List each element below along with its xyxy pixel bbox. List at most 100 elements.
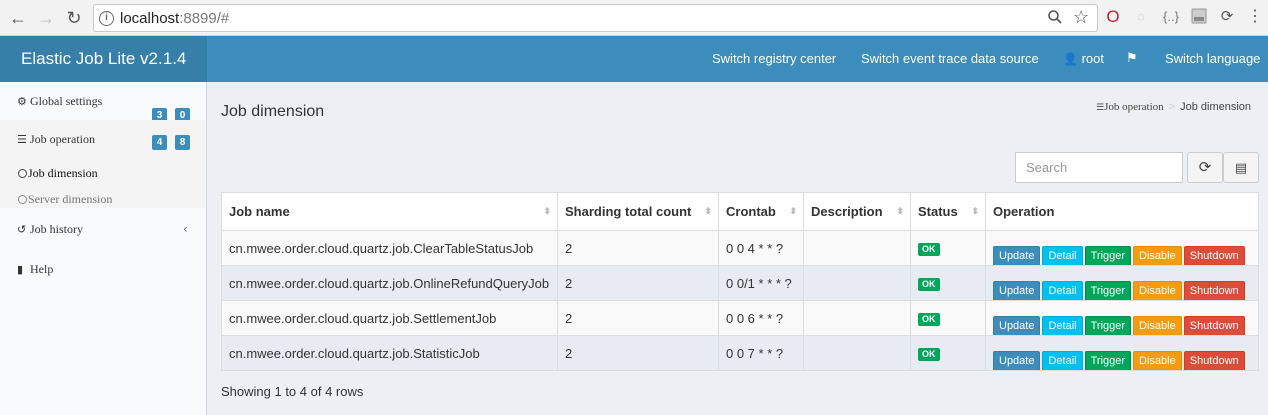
sort-icon: ⬍ — [789, 206, 797, 216]
column-header-description[interactable]: Description ⬍ — [803, 193, 910, 230]
detail-button[interactable]: Detail — [1042, 351, 1083, 370]
table-row: cn.mwee.order.cloud.quartz.job.ClearTabl… — [222, 230, 1258, 265]
menu-icon[interactable]: ⋮ — [1246, 8, 1264, 26]
update-button[interactable]: Update — [993, 351, 1041, 370]
crontab-cell: 0 0 6 * * ? — [718, 301, 803, 335]
shutdown-button[interactable]: Shutdown — [1183, 281, 1245, 300]
back-icon[interactable]: ← — [8, 8, 28, 28]
bookmark-star-icon[interactable]: ☆ — [1073, 7, 1089, 28]
shutdown-button[interactable]: Shutdown — [1183, 246, 1245, 265]
crontab-cell: 0 0/1 * * * ? — [718, 266, 803, 300]
search-input[interactable] — [1015, 152, 1183, 183]
update-button[interactable]: Update — [993, 281, 1041, 300]
detail-button[interactable]: Detail — [1042, 246, 1083, 265]
operation-cell: Update Detail Trigger Disable Shutdown — [985, 266, 1258, 300]
tasks-icon: ☰ — [1096, 103, 1105, 113]
shutdown-button[interactable]: Shutdown — [1183, 351, 1245, 370]
crontab-cell: 0 0 4 * * ? — [718, 231, 803, 265]
history-icon: ↺ — [17, 223, 27, 236]
status-cell: OK — [910, 336, 985, 370]
browser-toolbar: ← → ↻ i localhost:8899/# ☆ O ◌ {..} ⟳ ⋮ — [0, 0, 1268, 36]
page-title: Job dimension — [221, 103, 325, 120]
trigger-button[interactable]: Trigger — [1084, 246, 1132, 265]
update-button[interactable]: Update — [993, 316, 1041, 335]
status-cell: OK — [910, 266, 985, 300]
refresh-button[interactable]: ⟳ — [1187, 152, 1223, 183]
sidebar-item-global-settings[interactable]: ⚙ Global settings 3 0 — [0, 94, 206, 123]
switch-language-link[interactable]: Switch language — [1165, 36, 1260, 82]
columns-button[interactable]: ▤ — [1223, 152, 1259, 183]
sidebar-item-job-operation[interactable]: ☰ Job operation — [17, 132, 95, 147]
column-header-label: Sharding total count — [565, 204, 692, 219]
sidebar-item-label: Job dimension — [28, 166, 98, 180]
opera-icon[interactable]: O — [1104, 8, 1122, 26]
description-cell — [803, 336, 910, 370]
info-icon[interactable]: i — [99, 11, 114, 26]
status-badge: OK — [918, 243, 940, 257]
breadcrumb-current: Job dimension — [1180, 101, 1252, 113]
column-header-label: Operation — [993, 204, 1055, 219]
disable-button[interactable]: Disable — [1133, 281, 1182, 300]
user-menu[interactable]: 👤 root — [1063, 36, 1104, 82]
sync-icon[interactable]: ⟳ — [1218, 8, 1236, 26]
sidebar-item-job-dimension[interactable]: Job dimension — [18, 166, 98, 181]
table-row: cn.mwee.order.cloud.quartz.job.Statistic… — [222, 335, 1258, 370]
column-header-crontab[interactable]: Crontab ⬍ — [718, 193, 803, 230]
reload-icon[interactable]: ↻ — [64, 8, 84, 28]
brand-logo[interactable]: Elastic Job Lite v2.1.4 — [0, 36, 207, 82]
disable-button[interactable]: Disable — [1133, 316, 1182, 335]
job-name-cell: cn.mwee.order.cloud.quartz.job.ClearTabl… — [229, 241, 534, 256]
description-cell — [803, 266, 910, 300]
circle-icon — [18, 195, 27, 204]
url-text[interactable]: localhost:8899/# — [120, 10, 229, 27]
json-icon[interactable]: {..} — [1160, 8, 1182, 26]
trigger-button[interactable]: Trigger — [1084, 316, 1132, 335]
url-path: :8899/# — [179, 10, 230, 27]
ghost-icon[interactable]: ◌ — [1132, 8, 1150, 26]
sidebar-item-label: Job history — [30, 222, 84, 236]
breadcrumb: ☰Job operation > Job dimension — [1096, 101, 1251, 113]
switch-registry-link[interactable]: Switch registry center — [712, 36, 836, 82]
disable-button[interactable]: Disable — [1133, 246, 1182, 265]
breadcrumb-parent-label: Job operation — [1104, 101, 1164, 113]
breadcrumb-separator: > — [1168, 101, 1176, 113]
column-header-label: Crontab — [726, 204, 776, 219]
trigger-button[interactable]: Trigger — [1084, 281, 1132, 300]
zoom-icon[interactable] — [1047, 9, 1063, 30]
column-header-status[interactable]: Status ⬍ — [910, 193, 985, 230]
forward-icon[interactable]: → — [36, 8, 56, 28]
description-cell — [803, 301, 910, 335]
sort-icon: ⬍ — [896, 206, 904, 216]
update-button[interactable]: Update — [993, 246, 1041, 265]
column-header-sharding[interactable]: Sharding total count ⬍ — [557, 193, 718, 230]
operation-cell: Update Detail Trigger Disable Shutdown — [985, 336, 1258, 370]
refresh-icon: ⟳ — [1198, 158, 1212, 176]
address-bar[interactable]: i localhost:8899/# ☆ — [93, 4, 1098, 32]
sort-icon: ⬍ — [543, 206, 551, 216]
column-header-operation: Operation — [985, 193, 1258, 230]
sidebar-item-server-dimension[interactable]: Server dimension — [18, 192, 112, 207]
shutdown-button[interactable]: Shutdown — [1183, 316, 1245, 335]
url-host: localhost — [120, 10, 180, 27]
trigger-button[interactable]: Trigger — [1084, 351, 1132, 370]
status-badge: OK — [918, 348, 940, 362]
operation-cell: Update Detail Trigger Disable Shutdown — [985, 231, 1258, 265]
flag-icon[interactable]: ⚑ — [1126, 36, 1138, 82]
pdf-icon[interactable] — [1190, 8, 1208, 26]
sidebar-item-help[interactable]: ▮ Help — [0, 262, 206, 282]
detail-button[interactable]: Detail — [1042, 316, 1083, 335]
sharding-cell: 2 — [557, 231, 718, 265]
status-badge: OK — [918, 278, 940, 292]
jobs-table: Job name ⬍ Sharding total count ⬍ Crontab ⬍… — [221, 192, 1259, 371]
column-header-label: Job name — [229, 204, 290, 219]
column-header-job-name[interactable]: Job name ⬍ — [222, 193, 557, 230]
gears-icon: ⚙ — [17, 95, 27, 108]
switch-event-trace-link[interactable]: Switch event trace data source — [861, 36, 1039, 82]
status-cell: OK — [910, 231, 985, 265]
breadcrumb-parent[interactable]: ☰Job operation — [1096, 101, 1164, 113]
sidebar-item-job-history[interactable]: ↺ Job history ‹ — [0, 222, 206, 242]
sidebar: ⚙ Global settings 3 0 ☰ Job operation 4 8 … — [0, 82, 207, 415]
sort-icon: ⬍ — [971, 206, 979, 216]
detail-button[interactable]: Detail — [1042, 281, 1083, 300]
disable-button[interactable]: Disable — [1133, 351, 1182, 370]
